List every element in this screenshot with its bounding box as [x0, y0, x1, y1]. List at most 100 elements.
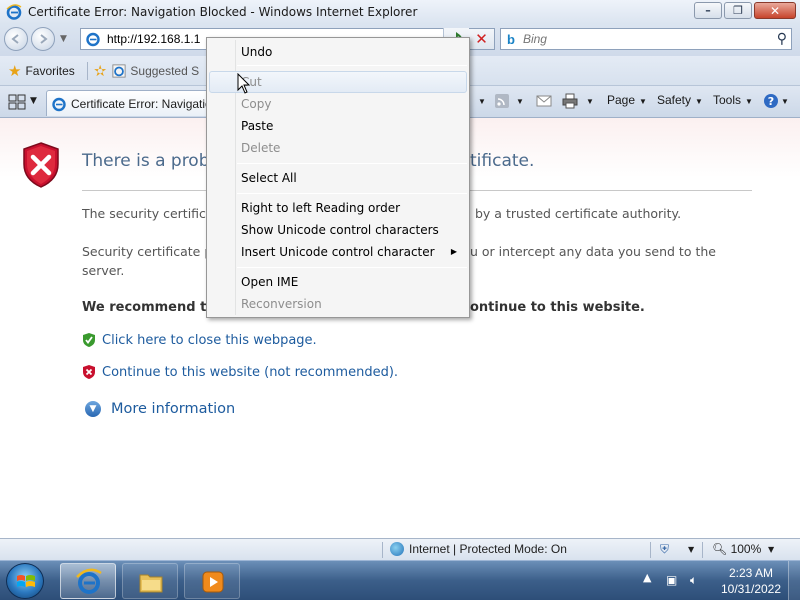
quick-tabs-icon[interactable]: [8, 94, 26, 110]
protected-mode-icon[interactable]: ⛨: [660, 542, 669, 557]
address-url[interactable]: http://192.168.1.1: [107, 32, 200, 46]
menu-item-show-unicode-chars[interactable]: Show Unicode control characters: [209, 219, 467, 241]
divider: [650, 542, 651, 558]
protected-mode-dropdown[interactable]: ▼: [688, 545, 694, 554]
taskbar-clock[interactable]: 2:23 AM 10/31/2022: [716, 565, 786, 597]
more-information-toggle[interactable]: ▼ More information: [85, 401, 235, 417]
back-button[interactable]: [4, 27, 28, 51]
svg-text:?: ?: [768, 95, 774, 108]
title-bar: Certificate Error: Navigation Blocked - …: [0, 0, 800, 24]
show-desktop-button[interactable]: [788, 561, 800, 600]
menu-separator: [237, 267, 467, 268]
bing-icon: b: [507, 31, 515, 47]
add-favorite-icon[interactable]: ✫: [94, 62, 107, 80]
favorites-button[interactable]: Favorites: [25, 64, 74, 78]
explorer-folder-icon: [139, 574, 163, 593]
mouse-cursor-icon: [237, 73, 251, 94]
paragraph-1-left: The security certifica: [82, 206, 214, 221]
menu-separator: [237, 65, 467, 66]
zone-text: Internet | Protected Mode: On: [409, 542, 567, 556]
continue-website-link-text[interactable]: Continue to this website (not recommende…: [102, 365, 398, 380]
help-dropdown[interactable]: ▼: [777, 93, 789, 107]
menu-separator: [237, 163, 467, 164]
feeds-icon[interactable]: [494, 93, 510, 109]
search-input[interactable]: [522, 32, 743, 46]
page-menu[interactable]: Page ▼: [607, 93, 647, 107]
shield-error-icon: [83, 365, 95, 379]
zoom-dropdown[interactable]: ▼: [768, 545, 774, 554]
more-information-text[interactable]: More information: [111, 401, 235, 417]
paragraph-1-right: by a trusted certificate authority.: [475, 206, 682, 221]
maximize-icon: ❐: [733, 4, 743, 17]
status-bar: Internet | Protected Mode: On ⛨ ▼ 🔍︎ 100…: [0, 538, 800, 560]
menu-item-open-ime[interactable]: Open IME: [209, 271, 467, 293]
menu-item-copy[interactable]: Copy: [209, 93, 467, 115]
search-icon[interactable]: ⚲: [777, 31, 787, 47]
ie-icon: [112, 63, 126, 78]
tab-certificate-error[interactable]: Certificate Error: Navigatio: [46, 90, 216, 116]
taskbar-internet-explorer[interactable]: [60, 563, 116, 599]
close-webpage-link[interactable]: Click here to close this webpage.: [82, 332, 317, 348]
zoom-level[interactable]: 🔍︎ 100%: [712, 542, 761, 556]
print-dropdown[interactable]: ▼: [582, 93, 594, 107]
paragraph-2-line2: server.: [82, 263, 125, 278]
minimize-button[interactable]: –: [694, 2, 722, 19]
tab-list-dropdown[interactable]: ▼: [30, 96, 37, 106]
menu-item-insert-unicode-char[interactable]: Insert Unicode control character ▶: [209, 241, 467, 263]
windows-start-icon: [17, 575, 35, 587]
paragraph-2-right: u or intercept any data you send to the: [470, 244, 716, 259]
clock-time: 2:23 AM: [728, 566, 774, 580]
feeds-dropdown[interactable]: ▼: [512, 93, 524, 107]
start-button[interactable]: [6, 563, 44, 599]
taskbar-windows-explorer[interactable]: [122, 563, 178, 599]
menu-item-select-all[interactable]: Select All: [209, 167, 467, 189]
mail-icon[interactable]: [536, 93, 552, 109]
recent-pages-dropdown[interactable]: ▼: [60, 34, 67, 44]
window-title: Certificate Error: Navigation Blocked - …: [28, 5, 418, 19]
recommendation-right: ontinue to this website.: [470, 300, 645, 315]
home-dropdown[interactable]: ▼: [474, 93, 486, 107]
menu-separator: [237, 193, 467, 194]
continue-website-link[interactable]: Continue to this website (not recommende…: [82, 364, 398, 380]
forward-icon: [40, 34, 48, 44]
ie-icon: [76, 568, 102, 594]
network-icon[interactable]: ▣: [666, 573, 677, 587]
menu-item-delete[interactable]: Delete: [209, 137, 467, 159]
ie-icon: [6, 4, 22, 20]
safety-menu[interactable]: Safety ▼: [657, 93, 703, 107]
favorites-star-icon[interactable]: ★: [8, 62, 21, 80]
menu-item-rtl-reading-order[interactable]: Right to left Reading order: [209, 197, 467, 219]
back-icon: [11, 34, 19, 44]
maximize-button[interactable]: ❐: [724, 2, 752, 19]
print-icon[interactable]: [562, 93, 578, 109]
divider: [382, 542, 383, 558]
page-heading-right: tificate.: [470, 151, 535, 171]
security-zone[interactable]: Internet | Protected Mode: On: [390, 542, 567, 556]
volume-icon[interactable]: 🔈︎: [690, 573, 697, 588]
tools-menu[interactable]: Tools ▼: [713, 93, 753, 107]
show-hidden-icons-button[interactable]: ▲: [643, 571, 651, 584]
forward-button[interactable]: [31, 27, 55, 51]
suggested-sites-link[interactable]: Suggested S: [130, 64, 199, 78]
clock-date: 10/31/2022: [720, 582, 782, 596]
taskbar-media-player[interactable]: [184, 563, 240, 599]
divider: [86, 61, 88, 80]
tab-label: Certificate Error: Navigatio: [71, 96, 212, 111]
menu-item-label: Insert Unicode control character: [241, 245, 435, 259]
stop-icon: ✕: [475, 30, 488, 48]
menu-item-reconversion[interactable]: Reconversion: [209, 293, 467, 315]
menu-item-undo[interactable]: Undo: [209, 41, 467, 63]
submenu-arrow-icon: ▶: [450, 247, 457, 256]
close-webpage-link-text[interactable]: Click here to close this webpage.: [102, 333, 317, 348]
close-icon: ✕: [769, 3, 781, 18]
taskbar: ▲ ▣ 🔈︎ 2:23 AM 10/31/2022: [0, 560, 800, 600]
divider: [702, 542, 703, 558]
search-box[interactable]: b ⚲: [500, 28, 792, 50]
menu-item-paste[interactable]: Paste: [209, 115, 467, 137]
ie-icon: [86, 32, 100, 47]
shield-error-icon: [23, 142, 59, 188]
chevron-down-icon: ▼: [85, 401, 101, 417]
close-button[interactable]: ✕: [754, 2, 796, 19]
recommendation-left: We recommend th: [82, 300, 216, 315]
stop-button[interactable]: ✕: [469, 28, 495, 50]
